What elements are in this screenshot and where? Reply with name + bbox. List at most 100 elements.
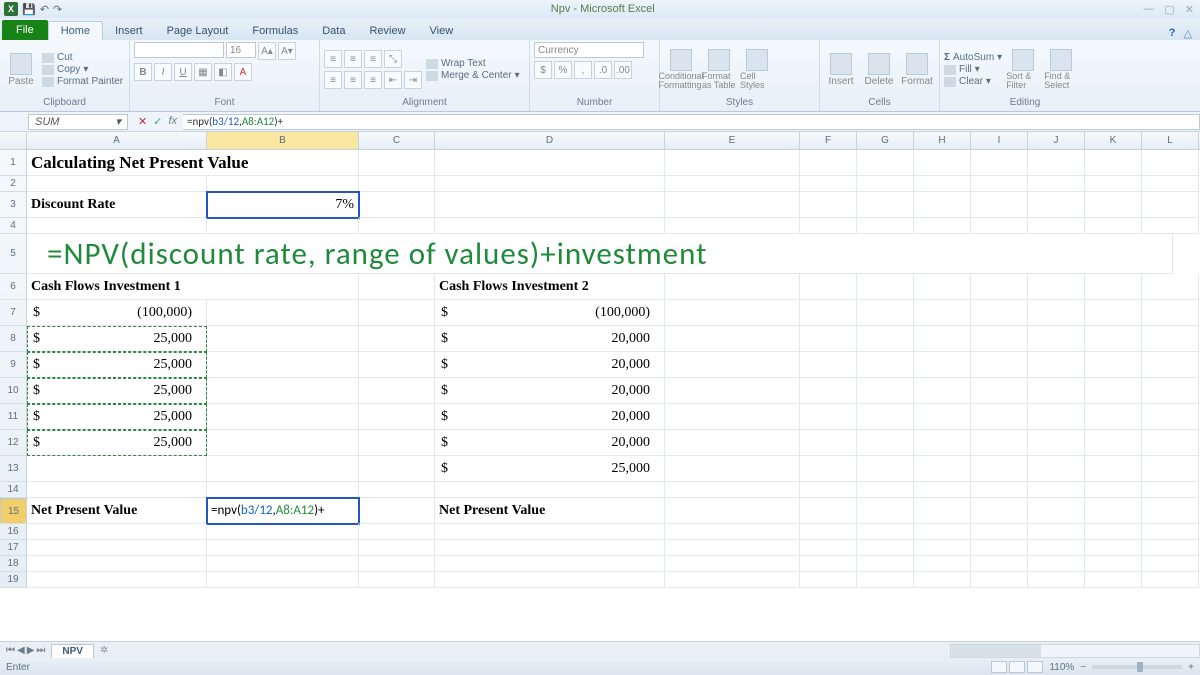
col-K[interactable]: K <box>1085 132 1142 149</box>
copy-button[interactable]: Copy ▾ <box>42 64 123 75</box>
view-page-break-icon[interactable] <box>1027 661 1043 673</box>
row-3[interactable]: 3 <box>0 192 27 218</box>
autosum-button[interactable]: Σ AutoSum ▾ <box>944 52 1002 63</box>
fx-icon[interactable]: fx <box>168 115 177 128</box>
row-6[interactable]: 6 <box>0 274 27 300</box>
cell-D9[interactable]: $20,000 <box>435 352 665 378</box>
align-middle-icon[interactable]: ≡ <box>344 50 362 68</box>
col-L[interactable]: L <box>1142 132 1199 149</box>
cell-A3[interactable]: Discount Rate <box>27 192 207 218</box>
tab-review[interactable]: Review <box>357 22 417 40</box>
cell-D6[interactable]: Cash Flows Investment 2 <box>435 274 665 300</box>
row-9[interactable]: 9 <box>0 352 27 378</box>
comma-icon[interactable]: , <box>574 61 592 79</box>
redo-icon[interactable]: ↷ <box>53 3 62 16</box>
percent-icon[interactable]: % <box>554 61 572 79</box>
cell-A12[interactable]: $25,000 <box>27 430 207 456</box>
currency-icon[interactable]: $ <box>534 61 552 79</box>
row-10[interactable]: 10 <box>0 378 27 404</box>
number-format-select[interactable]: Currency <box>534 42 644 58</box>
cut-button[interactable]: Cut <box>42 52 123 63</box>
new-sheet-icon[interactable]: ✲ <box>94 645 114 656</box>
align-bottom-icon[interactable]: ≡ <box>364 50 382 68</box>
minimize-ribbon-icon[interactable]: △ <box>1184 27 1192 40</box>
font-color-button[interactable]: A <box>234 63 252 81</box>
cell-A6[interactable]: Cash Flows Investment 1 <box>27 274 359 300</box>
cell-D11[interactable]: $20,000 <box>435 404 665 430</box>
sheet-tab-npv[interactable]: NPV <box>51 644 94 658</box>
tab-view[interactable]: View <box>418 22 466 40</box>
sort-filter-button[interactable]: Sort & Filter <box>1006 49 1040 90</box>
decrease-decimal-icon[interactable]: .00 <box>614 61 632 79</box>
row-11[interactable]: 11 <box>0 404 27 430</box>
align-top-icon[interactable]: ≡ <box>324 50 342 68</box>
row-16[interactable]: 16 <box>0 524 27 540</box>
select-all-corner[interactable] <box>0 132 27 149</box>
row-4[interactable]: 4 <box>0 218 27 234</box>
sheet-nav-next-icon[interactable]: ▶ <box>27 645 35 656</box>
insert-cells-button[interactable]: Insert <box>824 53 858 87</box>
clear-button[interactable]: Clear ▾ <box>944 76 1002 87</box>
row-13[interactable]: 13 <box>0 456 27 482</box>
tab-insert[interactable]: Insert <box>103 22 155 40</box>
cell-A11[interactable]: $25,000 <box>27 404 207 430</box>
restore-icon[interactable]: ▢ <box>1164 3 1174 16</box>
row-8[interactable]: 8 <box>0 326 27 352</box>
cell-B15-editing[interactable]: =npv(b3/12,A8:A12)+ <box>207 498 359 524</box>
paste-button[interactable]: Paste <box>4 53 38 87</box>
tab-home[interactable]: Home <box>48 21 103 40</box>
font-family-select[interactable] <box>134 42 224 58</box>
confirm-edit-icon[interactable]: ✓ <box>153 115 162 128</box>
fill-button[interactable]: Fill ▾ <box>944 64 1002 75</box>
tab-data[interactable]: Data <box>310 22 357 40</box>
cell-D12[interactable]: $20,000 <box>435 430 665 456</box>
cell-A1[interactable]: Calculating Net Present Value <box>27 150 359 176</box>
borders-button[interactable]: ▦ <box>194 63 212 81</box>
zoom-out-icon[interactable]: − <box>1080 662 1086 673</box>
help-icon[interactable]: ? <box>1169 27 1176 40</box>
cell-A7[interactable]: $(100,000) <box>27 300 207 326</box>
decrease-font-icon[interactable]: A▾ <box>278 42 296 60</box>
fill-color-button[interactable]: ◧ <box>214 63 232 81</box>
col-G[interactable]: G <box>857 132 914 149</box>
cell-D7[interactable]: $(100,000) <box>435 300 665 326</box>
sheet-nav-prev-icon[interactable]: ◀ <box>17 645 25 656</box>
row-14[interactable]: 14 <box>0 482 27 498</box>
align-center-icon[interactable]: ≡ <box>344 71 362 89</box>
format-as-table-button[interactable]: Format as Table <box>702 49 736 90</box>
view-page-layout-icon[interactable] <box>1009 661 1025 673</box>
italic-button[interactable]: I <box>154 63 172 81</box>
name-box[interactable]: SUM ▾ <box>28 114 128 130</box>
cell-A10[interactable]: $25,000 <box>27 378 207 404</box>
cell-A15[interactable]: Net Present Value <box>27 498 207 524</box>
row-5[interactable]: 5 <box>0 234 27 274</box>
col-C[interactable]: C <box>359 132 435 149</box>
conditional-formatting-button[interactable]: Conditional Formatting <box>664 49 698 90</box>
format-painter-button[interactable]: Format Painter <box>42 76 123 87</box>
zoom-in-icon[interactable]: + <box>1188 662 1194 673</box>
save-icon[interactable]: 💾 <box>22 3 36 16</box>
col-H[interactable]: H <box>914 132 971 149</box>
minimize-icon[interactable]: — <box>1143 3 1154 16</box>
cell-D15[interactable]: Net Present Value <box>435 498 665 524</box>
row-12[interactable]: 12 <box>0 430 27 456</box>
zoom-slider[interactable] <box>1092 665 1182 669</box>
cell-A8[interactable]: $25,000 <box>27 326 207 352</box>
increase-indent-icon[interactable]: ⇥ <box>404 71 422 89</box>
merge-center-button[interactable]: Merge & Center ▾ <box>426 70 520 81</box>
col-B[interactable]: B <box>207 132 359 149</box>
cell-styles-button[interactable]: Cell Styles <box>740 49 774 90</box>
formula-input[interactable]: =npv(b3/12,A8:A12)+ <box>183 114 1200 130</box>
align-left-icon[interactable]: ≡ <box>324 71 342 89</box>
cell-D10[interactable]: $20,000 <box>435 378 665 404</box>
horizontal-scrollbar[interactable] <box>950 644 1200 658</box>
tab-file[interactable]: File <box>2 20 48 40</box>
wrap-text-button[interactable]: Wrap Text <box>426 58 520 69</box>
tab-formulas[interactable]: Formulas <box>240 22 310 40</box>
delete-cells-button[interactable]: Delete <box>862 53 896 87</box>
row-1[interactable]: 1 <box>0 150 27 176</box>
row-18[interactable]: 18 <box>0 556 27 572</box>
col-J[interactable]: J <box>1028 132 1085 149</box>
cell-A13[interactable] <box>27 456 207 482</box>
row-17[interactable]: 17 <box>0 540 27 556</box>
